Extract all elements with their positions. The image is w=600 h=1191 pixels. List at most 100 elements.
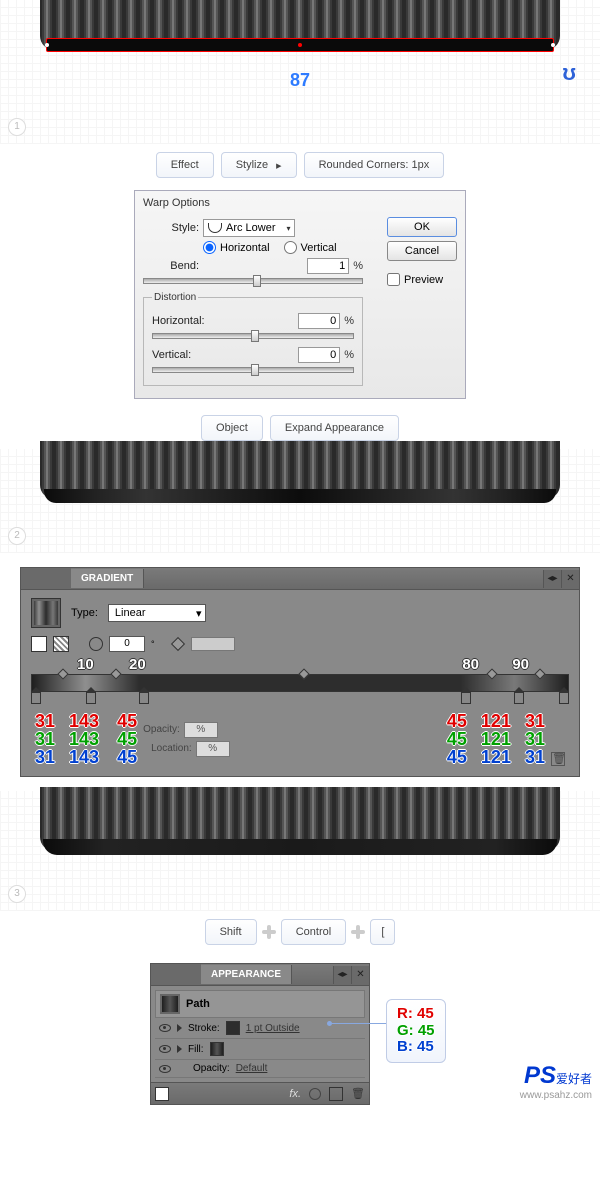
stop-pos-90: 90: [512, 656, 529, 673]
gradient-swatch[interactable]: [31, 598, 61, 628]
new-art-icon[interactable]: [155, 1087, 169, 1101]
stylize-button[interactable]: Stylize▶: [221, 152, 297, 178]
step-3: 3: [0, 791, 600, 911]
dist-h-slider[interactable]: [152, 333, 354, 339]
midpoint-icon[interactable]: [486, 668, 497, 679]
bend-slider[interactable]: [143, 278, 363, 284]
visibility-icon[interactable]: [159, 1065, 171, 1073]
step-2: 2: [0, 449, 600, 553]
path-row[interactable]: Path: [155, 990, 365, 1018]
expand-appearance-button[interactable]: Expand Appearance: [270, 415, 399, 441]
midpoint-icon[interactable]: [57, 668, 68, 679]
stop-pos-80: 80: [462, 656, 479, 673]
selected-bar[interactable]: [46, 38, 554, 52]
location-input[interactable]: %: [196, 741, 230, 757]
handle-center[interactable]: [298, 43, 302, 47]
stroke-row[interactable]: Stroke: 1 pt Outside: [155, 1018, 365, 1039]
color-stop[interactable]: [514, 692, 524, 704]
plus-icon: [351, 925, 365, 939]
step-number-2: 2: [8, 527, 26, 545]
callout-connector: [330, 1023, 388, 1024]
delete-stop-icon[interactable]: 🗑: [551, 752, 565, 766]
effect-button[interactable]: Effect: [156, 152, 214, 178]
distortion-fieldset: Distortion Horizontal: % Vertical: %: [143, 292, 363, 386]
blank-tab[interactable]: [21, 568, 71, 589]
dist-v-slider[interactable]: [152, 367, 354, 373]
dist-v-input[interactable]: [298, 347, 340, 363]
type-select[interactable]: Linear: [108, 604, 207, 622]
gradient-bar[interactable]: [31, 674, 569, 692]
close-icon[interactable]: ✕: [351, 966, 369, 984]
close-icon[interactable]: ✕: [561, 570, 579, 588]
horizontal-radio[interactable]: Horizontal: [203, 241, 270, 254]
fill-row[interactable]: Fill:: [155, 1039, 365, 1060]
stroke-color-icon[interactable]: [226, 1021, 240, 1035]
bend-input[interactable]: [307, 258, 349, 274]
artwork-step1: 87: [40, 0, 560, 91]
fill-swatch-icon[interactable]: [210, 1042, 224, 1056]
object-button[interactable]: Object: [201, 415, 263, 441]
appearance-panel: APPEARANCE ◂▸ ✕ Path Stroke: 1 pt Outsid…: [150, 963, 370, 1105]
stop-pos-10: 10: [77, 656, 94, 673]
dist-h-input[interactable]: [298, 313, 340, 329]
midpoint-icon[interactable]: [111, 668, 122, 679]
handle-left[interactable]: [45, 43, 49, 47]
blank-tab[interactable]: [151, 964, 201, 985]
color-stop[interactable]: [31, 692, 41, 704]
visibility-icon[interactable]: [159, 1024, 171, 1032]
trash-icon[interactable]: 🗑: [351, 1087, 365, 1100]
dialog-title: Warp Options: [135, 191, 465, 213]
preview-checkbox[interactable]: Preview: [387, 273, 457, 286]
color-stop[interactable]: [461, 692, 471, 704]
color-stop[interactable]: [559, 692, 569, 704]
disclosure-icon[interactable]: [177, 1024, 182, 1032]
bottom-cap-3: [43, 839, 557, 855]
midpoint-icon[interactable]: [298, 668, 309, 679]
visibility-icon[interactable]: [159, 1045, 171, 1053]
style-select[interactable]: Arc Lower: [203, 219, 295, 237]
stop5-rgb: 121121121: [481, 712, 511, 766]
chevron-right-icon: ▶: [276, 163, 281, 170]
aspect-input[interactable]: [191, 637, 235, 651]
shortcut-row: Shift Control [: [0, 911, 600, 953]
collapse-icon[interactable]: ◂▸: [333, 966, 351, 984]
measurement-value: 87: [40, 70, 560, 91]
rounded-corners-button[interactable]: Rounded Corners: 1px: [304, 152, 445, 178]
color-stop[interactable]: [139, 692, 149, 704]
style-label: Style:: [143, 222, 199, 234]
bend-label: Bend:: [143, 260, 199, 272]
disclosure-icon[interactable]: [177, 1045, 182, 1053]
shift-key: Shift: [205, 919, 257, 945]
dist-v-label: Vertical:: [152, 349, 212, 361]
appearance-tab[interactable]: APPEARANCE: [201, 965, 292, 984]
cancel-button[interactable]: Cancel: [387, 241, 457, 261]
reverse-icon[interactable]: [53, 636, 69, 652]
color-stop[interactable]: [86, 692, 96, 704]
step-number-3: 3: [8, 885, 26, 903]
stop-pos-20: 20: [129, 656, 146, 673]
control-key: Control: [281, 919, 346, 945]
gradient-tab[interactable]: GRADIENT: [71, 569, 144, 588]
step-1: 87 ʊ 1: [0, 0, 600, 144]
stop1-rgb: 313131: [35, 712, 55, 766]
blank: [177, 1087, 191, 1101]
collapse-icon[interactable]: ◂▸: [543, 570, 561, 588]
opacity-input[interactable]: %: [184, 722, 218, 738]
midpoint-icon[interactable]: [534, 668, 545, 679]
angle-input[interactable]: 0: [109, 636, 145, 652]
stroke-swatch[interactable]: [31, 636, 47, 652]
handle-right[interactable]: [551, 43, 555, 47]
stroke-detail[interactable]: 1 pt Outside: [246, 1023, 300, 1034]
stop3-rgb: 454545: [117, 712, 137, 766]
new-fill-icon[interactable]: [329, 1087, 343, 1101]
vertical-radio[interactable]: Vertical: [284, 241, 337, 254]
plus-icon: [262, 925, 276, 939]
bracket-key: [: [370, 919, 395, 945]
fx-button[interactable]: fx.: [289, 1088, 301, 1100]
effect-breadcrumb: Effect Stylize▶ Rounded Corners: 1px: [0, 144, 600, 186]
step-number-1: 1: [8, 118, 26, 136]
clear-icon[interactable]: [309, 1088, 321, 1100]
ok-button[interactable]: OK: [387, 217, 457, 237]
opacity-row[interactable]: Opacity: Default: [155, 1060, 365, 1078]
artwork-step3: [40, 787, 560, 855]
